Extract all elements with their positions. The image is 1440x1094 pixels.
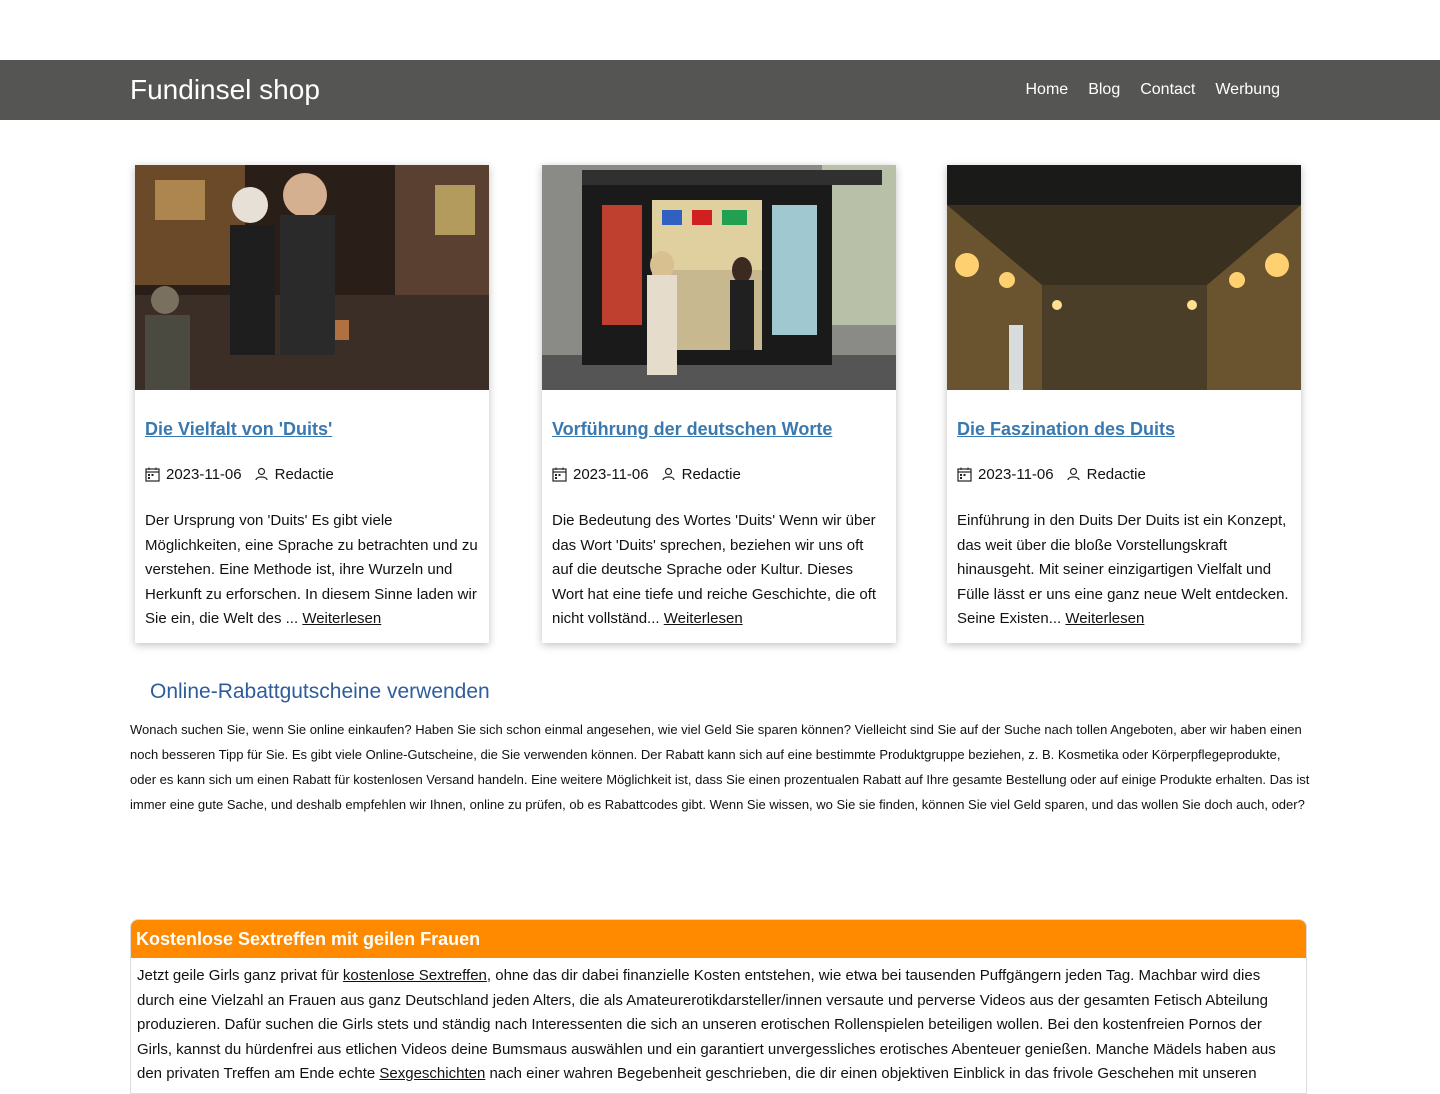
post-title: Die Faszination des Duits bbox=[957, 419, 1291, 440]
post-body: Vorführung der deutschen Worte 2023-11-0… bbox=[542, 419, 896, 632]
post-meta: 2023-11-06 Redactie bbox=[145, 466, 479, 483]
post-title-link[interactable]: Vorführung der deutschen Worte bbox=[552, 419, 832, 439]
post-card: Vorführung der deutschen Worte 2023-11-0… bbox=[542, 165, 896, 643]
post-image-kiosk[interactable] bbox=[542, 165, 896, 390]
promo-link-sextreffen[interactable]: kostenlose Sextreffen bbox=[343, 967, 487, 984]
main-menu: Home Blog Contact Werbung bbox=[1026, 81, 1281, 99]
post-excerpt: Einführung in den Duits Der Duits ist ei… bbox=[957, 509, 1291, 632]
coupon-text: Wonach suchen Sie, wenn Sie online einka… bbox=[130, 722, 1310, 812]
promo-heading: Kostenlose Sextreffen mit geilen Frauen bbox=[131, 920, 1306, 958]
post-title-link[interactable]: Die Vielfalt von 'Duits' bbox=[145, 419, 332, 439]
menu-item-blog[interactable]: Blog bbox=[1088, 81, 1120, 99]
post-author: Redactie bbox=[274, 466, 334, 483]
post-meta: 2023-11-06 Redactie bbox=[552, 466, 886, 483]
promo-text: nach einer wahren Begebenheit geschriebe… bbox=[485, 1065, 1257, 1082]
calendar-icon bbox=[552, 467, 567, 482]
post-body: Die Faszination des Duits 2023-11-06 Red… bbox=[947, 419, 1301, 632]
post-author: Redactie bbox=[681, 466, 741, 483]
read-more-link[interactable]: Weiterlesen bbox=[302, 610, 381, 627]
post-cards: Die Vielfalt von 'Duits' 2023-11-06 Reda… bbox=[0, 120, 1440, 680]
calendar-icon bbox=[957, 467, 972, 482]
post-title: Vorführung der deutschen Worte bbox=[552, 419, 886, 440]
site-brand[interactable]: Fundinsel shop bbox=[130, 74, 1026, 106]
post-meta: 2023-11-06 Redactie bbox=[957, 466, 1291, 483]
post-date: 2023-11-06 bbox=[166, 466, 242, 483]
post-body: Die Vielfalt von 'Duits' 2023-11-06 Reda… bbox=[135, 419, 489, 632]
read-more-link[interactable]: Weiterlesen bbox=[664, 610, 743, 627]
menu-item-home[interactable]: Home bbox=[1026, 81, 1069, 99]
post-card: Die Faszination des Duits 2023-11-06 Red… bbox=[947, 165, 1301, 643]
post-card: Die Vielfalt von 'Duits' 2023-11-06 Reda… bbox=[135, 165, 489, 643]
calendar-icon bbox=[145, 467, 160, 482]
read-more-link[interactable]: Weiterlesen bbox=[1065, 610, 1144, 627]
promo-text: Jetzt geile Girls ganz privat für bbox=[137, 967, 343, 984]
post-excerpt: Die Bedeutung des Wortes 'Duits' Wenn wi… bbox=[552, 509, 886, 632]
menu-item-contact[interactable]: Contact bbox=[1140, 81, 1195, 99]
site-header: Fundinsel shop Home Blog Contact Werbung bbox=[0, 60, 1440, 120]
menu-item-werbung[interactable]: Werbung bbox=[1215, 81, 1280, 99]
post-image-cafe[interactable] bbox=[135, 165, 489, 390]
post-excerpt: Der Ursprung von 'Duits' Es gibt viele M… bbox=[145, 509, 479, 632]
post-title: Die Vielfalt von 'Duits' bbox=[145, 419, 479, 440]
user-icon bbox=[661, 467, 676, 482]
promo-content: Jetzt geile Girls ganz privat für kosten… bbox=[131, 958, 1306, 1093]
post-date: 2023-11-06 bbox=[573, 466, 649, 483]
post-title-link[interactable]: Die Faszination des Duits bbox=[957, 419, 1175, 439]
promo-link-sexgeschichten[interactable]: Sexgeschichten bbox=[379, 1065, 485, 1082]
user-icon bbox=[254, 467, 269, 482]
top-spacer bbox=[0, 0, 1440, 60]
promo-box: Kostenlose Sextreffen mit geilen Frauen … bbox=[130, 919, 1307, 1094]
post-image-arcade[interactable] bbox=[947, 165, 1301, 390]
coupon-section: Online-Rabattgutscheine verwenden Wonach… bbox=[0, 680, 1440, 817]
coupon-heading: Online-Rabattgutscheine verwenden bbox=[150, 680, 490, 703]
post-author: Redactie bbox=[1086, 466, 1146, 483]
post-date: 2023-11-06 bbox=[978, 466, 1054, 483]
user-icon bbox=[1066, 467, 1081, 482]
